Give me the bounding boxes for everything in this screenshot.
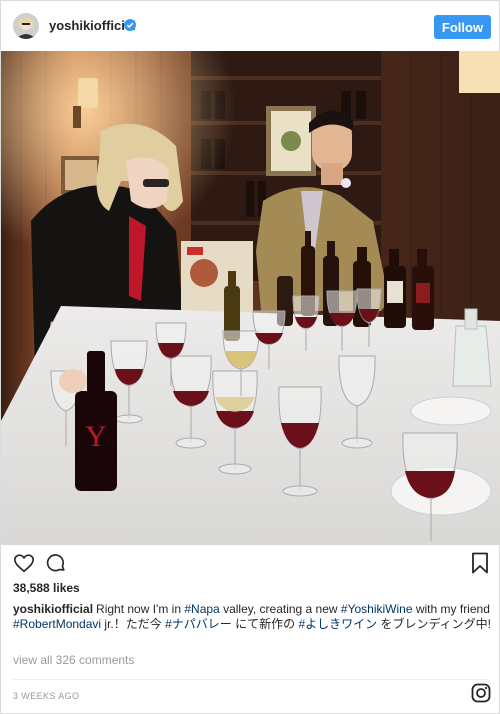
post-photo[interactable]: Y bbox=[1, 51, 500, 545]
hashtag-yoshikiwine[interactable]: #YoshikiWine bbox=[341, 602, 413, 616]
instagram-post: yoshikiofficial Follow Y 38,588 likes yo… bbox=[0, 0, 500, 714]
divider bbox=[13, 679, 489, 680]
hashtag-robertmondavi[interactable]: #RobertMondavi bbox=[13, 617, 101, 631]
verified-badge-icon bbox=[124, 19, 136, 31]
bottle-label: Y bbox=[85, 420, 107, 453]
hashtag-yoshiki-wine-jp[interactable]: #よしきワイン bbox=[298, 617, 377, 631]
like-count[interactable]: 38,588 likes bbox=[13, 581, 80, 595]
caption-text-4: jr.！ただ今 bbox=[101, 617, 166, 631]
caption-text-6: をブレンディング中! bbox=[377, 617, 491, 631]
heart-icon[interactable] bbox=[13, 552, 35, 574]
bookmark-icon[interactable] bbox=[471, 552, 489, 574]
post-caption: yoshikiofficial Right now I'm in #Napa va… bbox=[13, 602, 493, 632]
caption-text-1: Right now I'm in bbox=[96, 602, 185, 616]
caption-text-3: with my friend bbox=[412, 602, 490, 616]
action-bar bbox=[1, 545, 500, 581]
follow-button[interactable]: Follow bbox=[434, 15, 491, 39]
post-header: yoshikiofficial Follow bbox=[1, 1, 500, 51]
caption-username[interactable]: yoshikiofficial bbox=[13, 602, 93, 616]
post-username[interactable]: yoshikiofficial bbox=[49, 18, 136, 33]
caption-text-2: valley, creating a new bbox=[219, 602, 341, 616]
hashtag-napa-valley-jp[interactable]: #ナパバレー bbox=[165, 617, 232, 631]
caption-text-5: にて新作の bbox=[231, 617, 299, 631]
avatar[interactable] bbox=[13, 13, 39, 39]
comment-icon[interactable] bbox=[45, 552, 67, 574]
post-timestamp[interactable]: 3 WEEKS AGO bbox=[13, 691, 79, 701]
instagram-logo-icon[interactable] bbox=[471, 683, 491, 703]
hashtag-napa[interactable]: #Napa bbox=[184, 602, 219, 616]
view-all-comments-link[interactable]: view all 326 comments bbox=[13, 653, 134, 667]
